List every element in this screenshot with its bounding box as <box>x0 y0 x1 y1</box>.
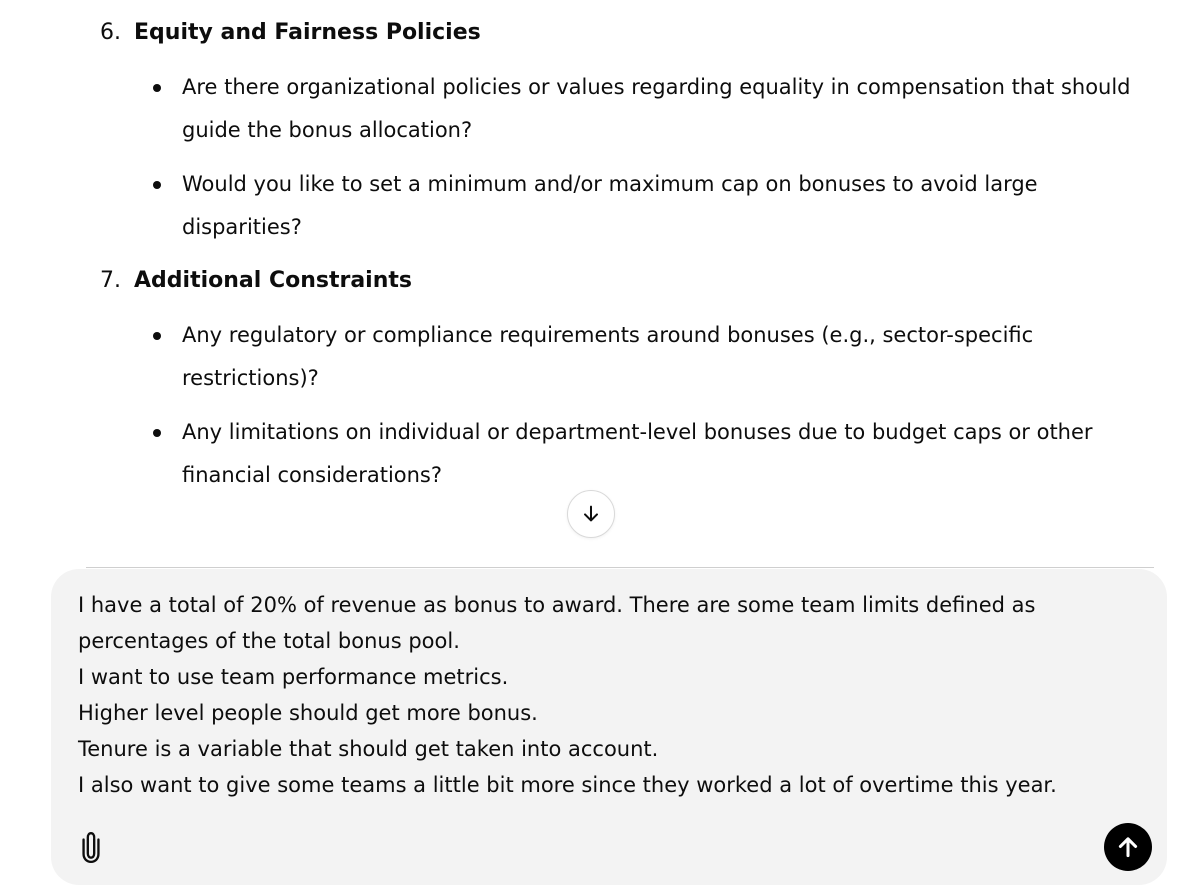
section-number: 7. <box>100 268 121 293</box>
list-item-text: Would you like to set a minimum and/or m… <box>182 163 1140 249</box>
composer-input[interactable]: I have a total of 20% of revenue as bonu… <box>78 587 1138 803</box>
attach-button[interactable] <box>75 827 107 867</box>
list-item-text-line: restrictions)? <box>182 366 319 390</box>
bullet-dot <box>150 163 182 249</box>
message-composer[interactable]: I have a total of 20% of revenue as bonu… <box>51 569 1167 885</box>
chat-page: 6. Equity and Fairness Policies Are ther… <box>0 0 1182 895</box>
composer-line: Higher level people should get more bonu… <box>78 701 538 725</box>
composer-line: I also want to give some teams a little … <box>78 773 1057 797</box>
paperclip-icon <box>82 832 100 864</box>
list-item-text: Any limitations on individual or departm… <box>182 411 1140 497</box>
list-item-text-line: guide the bonus allocation? <box>182 118 473 142</box>
list-item: Are there organizational policies or val… <box>150 66 1140 152</box>
list-item-text-line: financial considerations? <box>182 463 443 487</box>
section-title: Equity and Fairness Policies <box>134 20 481 45</box>
composer-line: I want to use team performance metrics. <box>78 665 509 689</box>
arrow-up-icon <box>1118 837 1138 858</box>
arrow-down-icon <box>584 505 598 522</box>
list-item-text-line: Any limitations on individual or departm… <box>182 420 1093 444</box>
send-button[interactable] <box>1104 823 1152 871</box>
bullet-dot <box>150 66 182 152</box>
list-item: Would you like to set a minimum and/or m… <box>150 163 1140 249</box>
section-heading-equity: 6. Equity and Fairness Policies <box>100 18 481 48</box>
composer-line: I have a total of 20% of revenue as bonu… <box>78 593 1036 617</box>
list-item-text: Any regulatory or compliance requirement… <box>182 314 1140 400</box>
divider <box>86 567 1154 568</box>
composer-line: Tenure is a variable that should get tak… <box>78 737 659 761</box>
composer-line: percentages of the total bonus pool. <box>78 629 460 653</box>
section-number: 6. <box>100 20 121 45</box>
list-item-text-line: Would you like to set a minimum and/or m… <box>182 172 1038 196</box>
list-item-text-line: Are there organizational policies or val… <box>182 75 1131 99</box>
list-item-text-line: disparities? <box>182 215 302 239</box>
scroll-down-button[interactable] <box>567 490 615 538</box>
section-heading-constraints: 7. Additional Constraints <box>100 266 412 296</box>
section-title: Additional Constraints <box>134 268 412 293</box>
bullet-dot <box>150 411 182 497</box>
list-item-text: Are there organizational policies or val… <box>182 66 1140 152</box>
list-item-text-line: Any regulatory or compliance requirement… <box>182 323 1034 347</box>
list-item: Any limitations on individual or departm… <box>150 411 1140 497</box>
list-item: Any regulatory or compliance requirement… <box>150 314 1140 400</box>
bullet-dot <box>150 314 182 400</box>
